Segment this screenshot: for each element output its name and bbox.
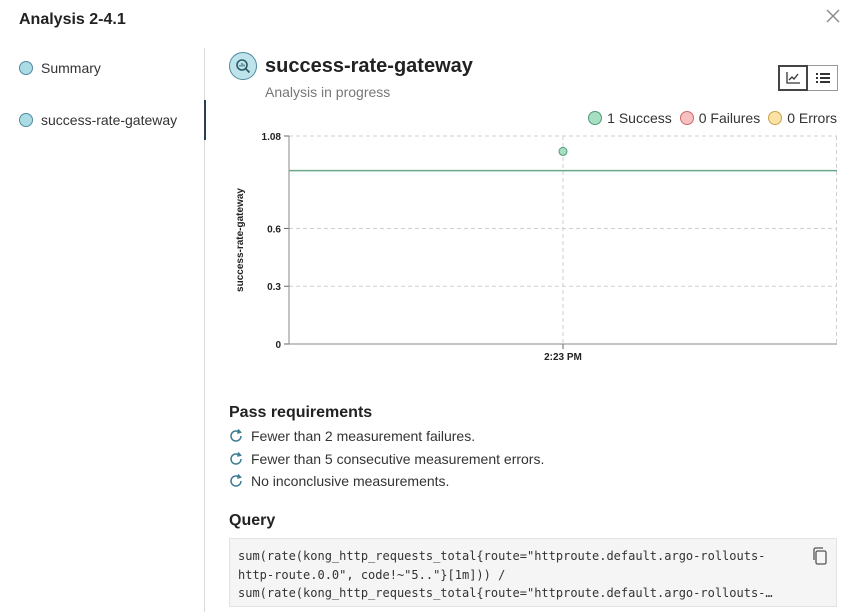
analysis-icon [229,52,257,80]
sidebar-item-summary[interactable]: Summary [19,48,205,88]
query-line: sum(rate(kong_http_requests_total{route=… [238,586,773,600]
sidebar-item-success-rate-gateway[interactable]: success-rate-gateway [19,100,206,140]
requirement-text: Fewer than 5 consecutive measurement err… [251,451,545,467]
success-dot-icon [588,111,603,125]
error-dot-icon [768,111,783,125]
query-line: sum(rate(kong_http_requests_total{route=… [238,549,766,563]
chart-view-button[interactable] [778,65,808,91]
list-view-button[interactable] [808,65,838,91]
refresh-icon [229,474,243,488]
query-line: http-route.0.0", code!~"5.."}[1m])) / [238,567,506,582]
legend-failures: 0 Failures [679,110,761,126]
legend-errors: 0 Errors [768,110,837,126]
close-icon[interactable] [825,8,841,24]
sidebar-item-label: success-rate-gateway [41,112,178,128]
requirement-text: No inconclusive measurements. [251,473,450,489]
list-icon [815,73,830,83]
status-text: Analysis in progress [265,84,391,100]
legend-failures-label: 0 Failures [698,110,761,126]
y-axis-label: success-rate-gateway [235,188,246,292]
legend-errors-label: 0 Errors [787,110,837,126]
y-tick-label: 1.08 [262,132,282,143]
requirement-text: Fewer than 2 measurement failures. [251,428,476,444]
y-tick-label: 0.3 [267,282,281,293]
legend-success: 1 Success [588,110,672,126]
requirement-item: No inconclusive measurements. [229,473,449,489]
x-tick-label: 2:23 PM [544,352,582,363]
refresh-icon [229,452,243,466]
line-chart-icon [786,72,800,84]
view-toggle [778,65,838,91]
sidebar: Summary success-rate-gateway [0,48,206,612]
modal-title: Analysis 2-4.1 [19,11,126,28]
data-point [558,146,568,156]
refresh-icon [229,429,243,443]
query-code-block[interactable]: sum(rate(kong_http_requests_total{route=… [229,538,837,607]
chart-legend: 1 Success 0 Failures 0 Errors [580,110,837,126]
status-dot-icon [19,113,33,127]
sidebar-item-label: Summary [41,60,101,76]
legend-success-label: 1 Success [607,110,672,126]
status-dot-icon [19,61,33,75]
page-title: success-rate-gateway [265,55,473,77]
metric-chart: success-rate-gateway 1.08 0.6 0.3 0 2:23 PM [235,132,837,363]
failure-dot-icon [679,111,694,125]
requirement-item: Fewer than 2 measurement failures. [229,428,475,444]
requirement-item: Fewer than 5 consecutive measurement err… [229,451,544,467]
y-tick-label: 0 [275,340,281,351]
y-tick-label: 0.6 [267,224,281,235]
copy-icon[interactable] [812,547,828,565]
query-title: Query [229,512,276,529]
pass-requirements-title: Pass requirements [229,404,373,421]
